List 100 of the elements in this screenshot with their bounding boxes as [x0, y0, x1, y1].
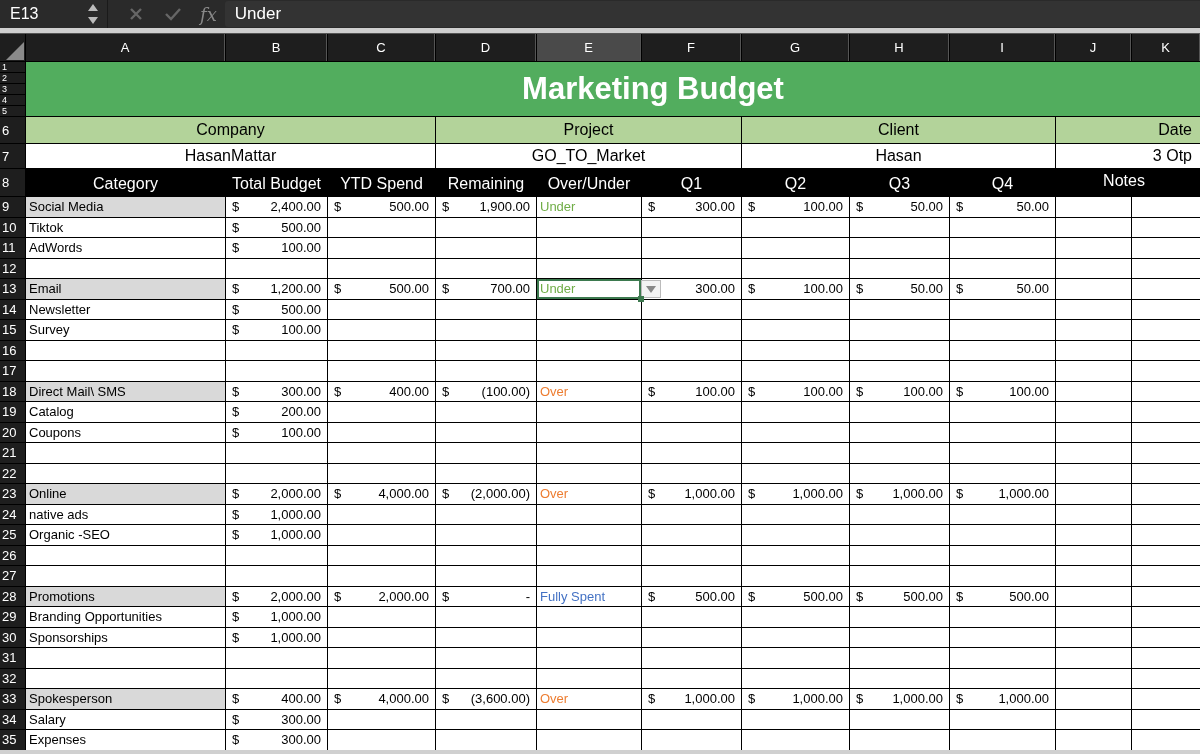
row-header[interactable]: 5 — [0, 106, 25, 116]
row-header[interactable]: 23 — [0, 484, 25, 504]
function-button[interactable]: fx — [200, 3, 217, 25]
amount: 2,000.00 — [270, 588, 321, 604]
row-header[interactable]: 3 — [0, 84, 25, 94]
confirm-icon[interactable] — [164, 6, 182, 22]
currency-symbol: $ — [232, 486, 240, 502]
column-header[interactable]: K — [1132, 34, 1200, 61]
currency-symbol: $ — [648, 383, 656, 399]
column-header[interactable]: B — [226, 34, 327, 61]
amount: - — [525, 588, 530, 604]
currency-symbol: $ — [232, 609, 240, 625]
dropdown-button[interactable] — [641, 280, 661, 298]
amount: 2,000.00 — [270, 486, 321, 502]
amount: 500.00 — [389, 281, 429, 297]
row-header[interactable]: 32 — [0, 668, 25, 688]
row-header[interactable]: 4 — [0, 95, 25, 105]
table-cell — [1132, 381, 1200, 401]
column-header[interactable]: E — [537, 34, 641, 61]
column-header[interactable]: G — [742, 34, 849, 61]
table-cell — [1132, 258, 1200, 278]
currency-symbol: $ — [856, 281, 864, 297]
currency-symbol: $ — [856, 383, 864, 399]
amount: 300.00 — [281, 383, 321, 399]
row-header[interactable]: 19 — [0, 402, 25, 422]
currency-symbol: $ — [956, 383, 964, 399]
table-cell — [1132, 689, 1200, 709]
amount: 500.00 — [803, 588, 843, 604]
row-header[interactable]: 14 — [0, 299, 25, 319]
table-cell: Online — [26, 484, 225, 504]
currency-symbol: $ — [648, 588, 656, 604]
cancel-icon[interactable] — [128, 6, 144, 22]
row-header[interactable]: 11 — [0, 238, 25, 258]
column-header[interactable]: A — [26, 34, 225, 61]
caret-icon[interactable] — [646, 285, 656, 293]
currency-symbol: $ — [232, 588, 240, 604]
row-header[interactable]: 29 — [0, 607, 25, 627]
corner-triangle-icon[interactable] — [5, 41, 25, 61]
row-header[interactable]: 10 — [0, 217, 25, 237]
row-header[interactable]: 21 — [0, 443, 25, 463]
currency-symbol: $ — [442, 383, 450, 399]
table-cell — [1132, 484, 1200, 504]
row-header[interactable]: 7 — [0, 144, 25, 168]
row-header[interactable]: 25 — [0, 525, 25, 545]
row-header[interactable]: 22 — [0, 463, 25, 483]
row-header[interactable]: 15 — [0, 320, 25, 340]
row-header[interactable]: 9 — [0, 197, 25, 217]
row-header[interactable]: 13 — [0, 279, 25, 299]
formula-field[interactable]: Under — [224, 1, 1200, 27]
amount: 1,000.00 — [270, 506, 321, 522]
row-header[interactable]: 1 — [0, 62, 25, 72]
amount: 50.00 — [1016, 199, 1049, 215]
select-all-button[interactable] — [0, 34, 25, 61]
amount: 300.00 — [281, 711, 321, 727]
currency-symbol: $ — [232, 219, 240, 235]
row-header[interactable]: 8 — [0, 169, 25, 196]
column-header[interactable]: F — [642, 34, 741, 61]
row-header[interactable]: 12 — [0, 258, 25, 278]
table-cell: Direct Mail\ SMS — [26, 381, 225, 401]
currency-symbol: $ — [648, 486, 656, 502]
currency-symbol: $ — [232, 691, 240, 707]
amount: 1,000.00 — [270, 629, 321, 645]
table-cell — [1132, 586, 1200, 606]
column-header[interactable]: J — [1056, 34, 1131, 61]
amount: 1,000.00 — [892, 486, 943, 502]
currency-symbol: $ — [956, 281, 964, 297]
row-header[interactable]: 6 — [0, 117, 25, 143]
amount: 1,900.00 — [479, 199, 530, 215]
row-header[interactable]: 28 — [0, 586, 25, 606]
row-header[interactable]: 16 — [0, 340, 25, 360]
row-header[interactable]: 18 — [0, 381, 25, 401]
table-cell: Catalog — [26, 402, 225, 422]
amount: 4,000.00 — [378, 486, 429, 502]
row-header[interactable]: 26 — [0, 545, 25, 565]
stepper-icon[interactable] — [87, 3, 99, 25]
row-header[interactable]: 30 — [0, 627, 25, 647]
fill-handle[interactable] — [638, 295, 644, 302]
column-header[interactable]: C — [328, 34, 435, 61]
table-cell: Tiktok — [26, 217, 225, 237]
row-header[interactable]: 31 — [0, 648, 25, 668]
row-header[interactable]: 24 — [0, 504, 25, 524]
currency-symbol: $ — [748, 691, 756, 707]
column-header[interactable]: D — [436, 34, 536, 61]
info-label: Date — [1056, 117, 1200, 143]
amount: (100.00) — [481, 383, 530, 399]
row-header[interactable]: 34 — [0, 709, 25, 729]
column-header[interactable]: I — [950, 34, 1055, 61]
column-header[interactable]: H — [850, 34, 949, 61]
row-header[interactable]: 2 — [0, 73, 25, 83]
table-cell — [1132, 217, 1200, 237]
currency-symbol: $ — [232, 281, 240, 297]
currency-symbol: $ — [232, 424, 240, 440]
row-header[interactable]: 33 — [0, 689, 25, 709]
info-label: Client — [742, 117, 1055, 143]
table-cell — [1132, 627, 1200, 647]
row-header[interactable]: 35 — [0, 730, 25, 750]
currency-symbol: $ — [442, 691, 450, 707]
row-header[interactable]: 27 — [0, 566, 25, 586]
row-header[interactable]: 20 — [0, 422, 25, 442]
row-header[interactable]: 17 — [0, 361, 25, 381]
